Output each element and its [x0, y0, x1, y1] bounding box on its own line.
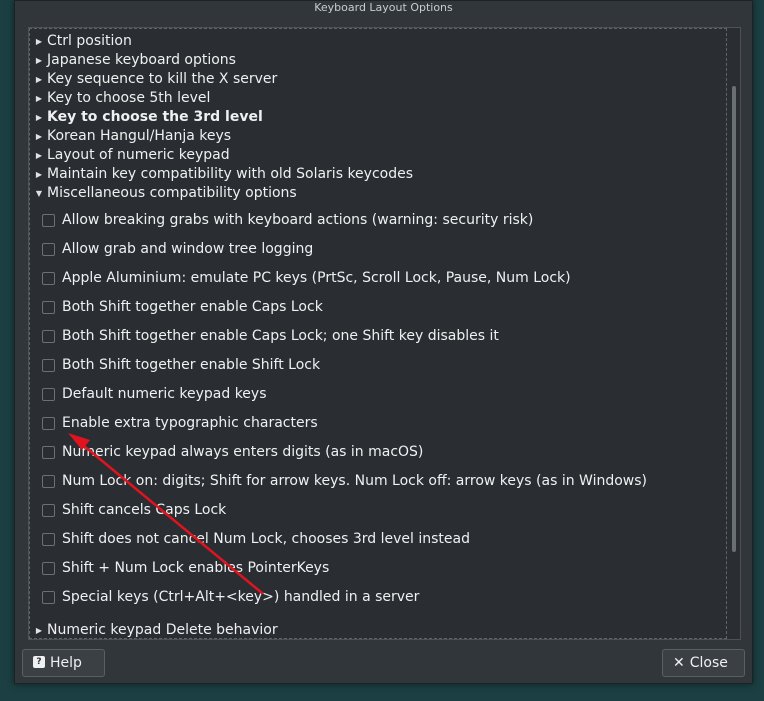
option-label: Numeric keypad always enters digits (as …	[62, 444, 424, 460]
help-button-label: Help	[50, 655, 82, 671]
expand-right-icon[interactable]: ▶	[31, 621, 47, 638]
option-checkbox[interactable]	[42, 388, 55, 401]
title-bar[interactable]: Keyboard Layout Options	[15, 1, 752, 13]
option-checkbox[interactable]	[42, 272, 55, 285]
option-row[interactable]: Special keys (Ctrl+Alt+<key>) handled in…	[42, 586, 419, 608]
option-row[interactable]: Both Shift together enable Caps Lock	[42, 296, 323, 318]
option-row[interactable]: Num Lock on: digits; Shift for arrow key…	[42, 470, 647, 492]
option-label: Special keys (Ctrl+Alt+<key>) handled in…	[62, 589, 420, 605]
option-row[interactable]: Shift does not cancel Num Lock, chooses …	[42, 528, 470, 550]
close-button-label: Close	[689, 655, 728, 671]
option-checkbox[interactable]	[42, 330, 55, 343]
close-button[interactable]: ✕ Close	[662, 649, 745, 677]
option-label: Allow breaking grabs with keyboard actio…	[62, 212, 534, 228]
tree-group-row[interactable]: ▶ Key sequence to kill the X server	[31, 70, 277, 89]
window-title: Keyboard Layout Options	[314, 1, 453, 13]
expand-right-icon[interactable]: ▶	[31, 70, 47, 89]
option-row[interactable]: Apple Aluminium: emulate PC keys (PrtSc,…	[42, 267, 571, 289]
expand-right-icon[interactable]: ▶	[31, 165, 47, 184]
option-row[interactable]: Both Shift together enable Shift Lock	[42, 354, 320, 376]
option-label: Shift + Num Lock enables PointerKeys	[62, 560, 330, 576]
tree-group-label: Numeric keypad Delete behavior	[47, 622, 278, 638]
option-label: Apple Aluminium: emulate PC keys (PrtSc,…	[62, 270, 571, 286]
option-label: Shift cancels Caps Lock	[62, 502, 227, 518]
options-tree-frame: ▶ Ctrl position ▶ Japanese keyboard options…	[28, 27, 741, 640]
option-checkbox[interactable]	[42, 301, 55, 314]
option-label: Both Shift together enable Shift Lock	[62, 357, 321, 373]
options-tree[interactable]: ▶ Ctrl position ▶ Japanese keyboard options…	[29, 28, 727, 639]
keyboard-layout-options-dialog: Keyboard Layout Options ▶ Ctrl position ▶ J…	[14, 0, 753, 684]
option-row[interactable]: Both Shift together enable Caps Lock; on…	[42, 325, 499, 347]
option-row[interactable]: Default numeric keypad keys	[42, 383, 267, 405]
option-label: Num Lock on: digits; Shift for arrow key…	[62, 473, 647, 489]
option-label: Enable extra typographic characters	[62, 415, 318, 431]
option-checkbox[interactable]	[42, 475, 55, 488]
option-row[interactable]: Shift cancels Caps Lock	[42, 499, 226, 521]
option-row[interactable]: Enable extra typographic characters	[42, 412, 318, 434]
tree-group-label: Maintain key compatibility with old Sola…	[47, 166, 414, 182]
option-row[interactable]: Allow breaking grabs with keyboard actio…	[42, 209, 533, 231]
tree-group-row[interactable]: ▶ Maintain key compatibility with old Sol…	[31, 165, 413, 184]
expand-right-icon[interactable]: ▶	[31, 32, 47, 51]
tree-group-label: Key to choose the 3rd level	[47, 109, 263, 125]
expand-down-icon[interactable]: ▼	[31, 184, 47, 203]
help-button[interactable]: ? Help	[22, 649, 105, 677]
option-row[interactable]: Shift + Num Lock enables PointerKeys	[42, 557, 329, 579]
tree-group-row[interactable]: ▶ Layout of numeric keypad	[31, 146, 230, 165]
expand-right-icon[interactable]: ▶	[31, 108, 47, 127]
option-checkbox[interactable]	[42, 591, 55, 604]
option-label: Allow grab and window tree logging	[62, 241, 314, 257]
option-checkbox[interactable]	[42, 446, 55, 459]
option-checkbox[interactable]	[42, 359, 55, 372]
tree-group-row[interactable]: ▶ Ctrl position	[31, 32, 132, 51]
tree-group-row[interactable]: ▶ Korean Hangul/Hanja keys	[31, 127, 231, 146]
tree-group-label: Key sequence to kill the X server	[47, 71, 278, 87]
option-checkbox[interactable]	[42, 214, 55, 227]
tree-group-row[interactable]: ▶ Key to choose 5th level	[31, 89, 210, 108]
option-label: Both Shift together enable Caps Lock; on…	[62, 328, 499, 344]
tree-group-label: Key to choose 5th level	[47, 90, 211, 106]
option-label: Both Shift together enable Caps Lock	[62, 299, 323, 315]
option-label: Default numeric keypad keys	[62, 386, 267, 402]
close-icon: ✕	[673, 655, 685, 671]
tree-group-row[interactable]: ▶ Japanese keyboard options	[31, 51, 236, 70]
expand-right-icon[interactable]: ▶	[31, 127, 47, 146]
option-checkbox[interactable]	[42, 243, 55, 256]
expand-right-icon[interactable]: ▶	[31, 51, 47, 70]
tree-group-label: Layout of numeric keypad	[47, 147, 230, 163]
scrollbar-handle[interactable]	[732, 86, 736, 552]
tree-group-label: Ctrl position	[47, 33, 132, 49]
vertical-scrollbar[interactable]	[728, 28, 740, 639]
option-label: Shift does not cancel Num Lock, chooses …	[62, 531, 470, 547]
tree-group-row[interactable]: ▶ Key to choose the 3rd level	[31, 108, 263, 127]
tree-group-label: Miscellaneous compatibility options	[47, 185, 297, 201]
option-checkbox[interactable]	[42, 562, 55, 575]
option-checkbox[interactable]	[42, 504, 55, 517]
tree-group-label: Japanese keyboard options	[47, 52, 236, 68]
tree-group-row[interactable]: ▼ Miscellaneous compatibility options	[31, 184, 297, 203]
option-row[interactable]: Allow grab and window tree logging	[42, 238, 313, 260]
option-row[interactable]: Numeric keypad always enters digits (as …	[42, 441, 423, 463]
help-icon: ?	[33, 656, 45, 668]
option-checkbox[interactable]	[42, 533, 55, 546]
expand-right-icon[interactable]: ▶	[31, 146, 47, 165]
option-checkbox[interactable]	[42, 417, 55, 430]
tree-group-label: Korean Hangul/Hanja keys	[47, 128, 232, 144]
expand-right-icon[interactable]: ▶	[31, 89, 47, 108]
tree-group-row[interactable]: ▶ Numeric keypad Delete behavior	[31, 621, 278, 638]
